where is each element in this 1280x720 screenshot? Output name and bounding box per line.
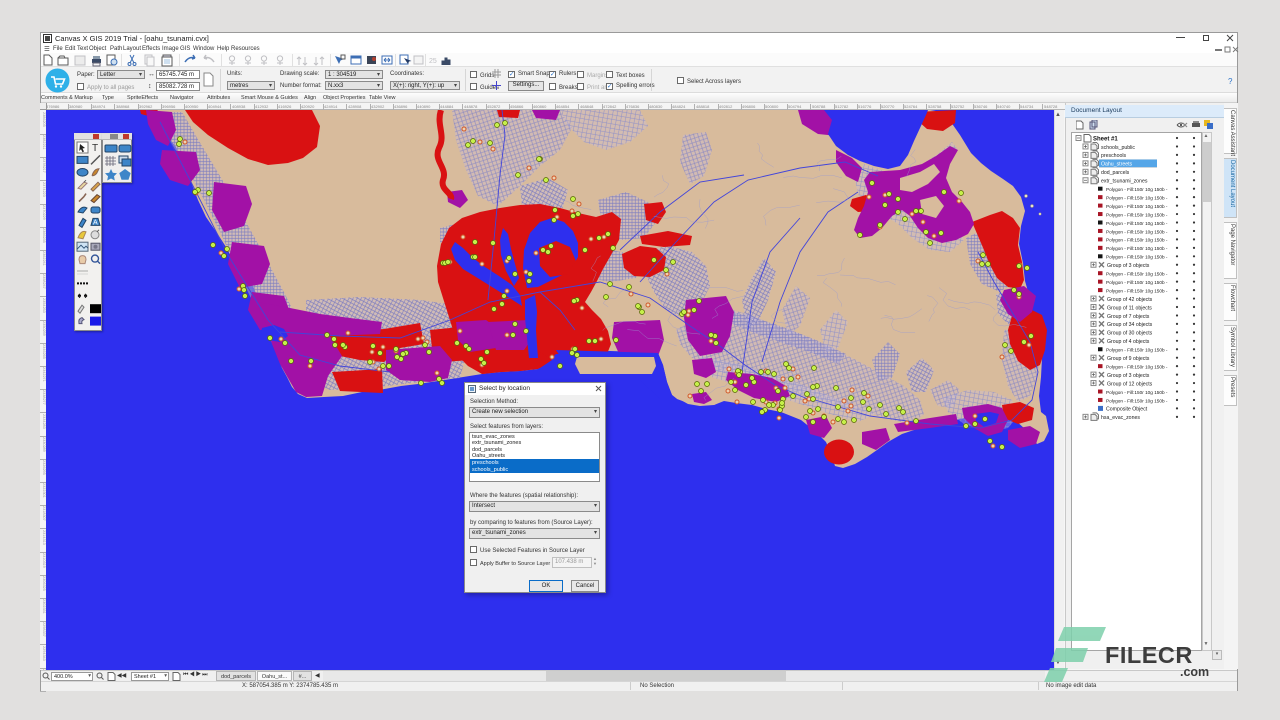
svg-text:Group of 3 objects: Group of 3 objects [1107,263,1150,269]
svg-text:Polygon - Fill:150r 10g 150b -: Polygon - Fill:150r 10g 150b - [1106,195,1168,200]
svg-text:T: T [92,143,98,154]
svg-text:Polygon - Fill:150r 10g 150b -: Polygon - Fill:150r 10g 150b - [1106,212,1168,217]
svg-text:Polygon - Fill:150r 10g 150b -: Polygon - Fill:150r 10g 150b - [1106,288,1168,293]
svg-text:Polygon - Fill:150r 10g 150b -: Polygon - Fill:150r 10g 150b - [1106,280,1168,285]
svg-text:Polygon - Fill:150r 10g 150b -: Polygon - Fill:150r 10g 150b - [1106,255,1168,260]
svg-text:Polygon - Fill:150r 10g 150b -: Polygon - Fill:150r 10g 150b - [1106,398,1168,403]
svg-text:Composite Object: Composite Object [1106,407,1148,413]
svg-text:Polygon - Fill:150r 10g 150b -: Polygon - Fill:150r 10g 150b - [1106,364,1168,369]
svg-text:Polygon - Fill:150r 10g 150b -: Polygon - Fill:150r 10g 150b - [1106,348,1168,353]
svg-text:Polygon - Fill:150r 10g 150b -: Polygon - Fill:150r 10g 150b - [1106,390,1168,395]
svg-text:Polygon - Fill:150r 10g 150b -: Polygon - Fill:150r 10g 150b - [1106,272,1168,277]
svg-text:.com: .com [1180,665,1209,679]
svg-text:Group of 11 objects: Group of 11 objects [1107,305,1152,311]
svg-text:Sheet #1: Sheet #1 [1093,137,1118,143]
svg-text:Group of 30 objects: Group of 30 objects [1107,331,1153,337]
svg-text:Group of 34 objects: Group of 34 objects [1107,322,1153,328]
svg-text:Polygon - Fill:150r 10g 150b -: Polygon - Fill:150r 10g 150b - [1106,204,1168,209]
svg-text:Group of 4 objects: Group of 4 objects [1107,339,1150,345]
svg-text:Polygon - Fill:150r 10g 150b -: Polygon - Fill:150r 10g 150b - [1106,221,1168,226]
svg-text:hsa_evac_zones: hsa_evac_zones [1101,415,1140,421]
svg-text:dod_parcels: dod_parcels [1101,170,1130,176]
svg-text:preschools: preschools [1101,153,1126,159]
svg-text:Group of 7 objects: Group of 7 objects [1107,314,1150,320]
svg-text:Polygon - Fill:150r 10g 150b -: Polygon - Fill:150r 10g 150b - [1106,246,1168,251]
svg-text:Polygon - Fill:150r 10g 150b -: Polygon - Fill:150r 10g 150b - [1106,238,1168,243]
svg-text:A: A [93,219,98,226]
svg-text:Group of 42 objects: Group of 42 objects [1107,297,1153,303]
svg-text:Group of 3 objects: Group of 3 objects [1107,373,1150,379]
svg-text:extr_tsunami_zones: extr_tsunami_zones [1101,179,1148,185]
svg-text:Oahu_streets: Oahu_streets [1101,162,1133,168]
svg-text:25: 25 [429,58,437,65]
svg-text:Polygon - Fill:150r 10g 150b -: Polygon - Fill:150r 10g 150b - [1106,187,1168,192]
svg-text:schools_public: schools_public [1101,145,1135,151]
svg-text:Group of 9 objects: Group of 9 objects [1107,356,1150,362]
svg-text:Polygon - Fill:150r 10g 150b -: Polygon - Fill:150r 10g 150b - [1106,229,1168,234]
svg-text:Group of 12 objects: Group of 12 objects [1107,381,1153,387]
